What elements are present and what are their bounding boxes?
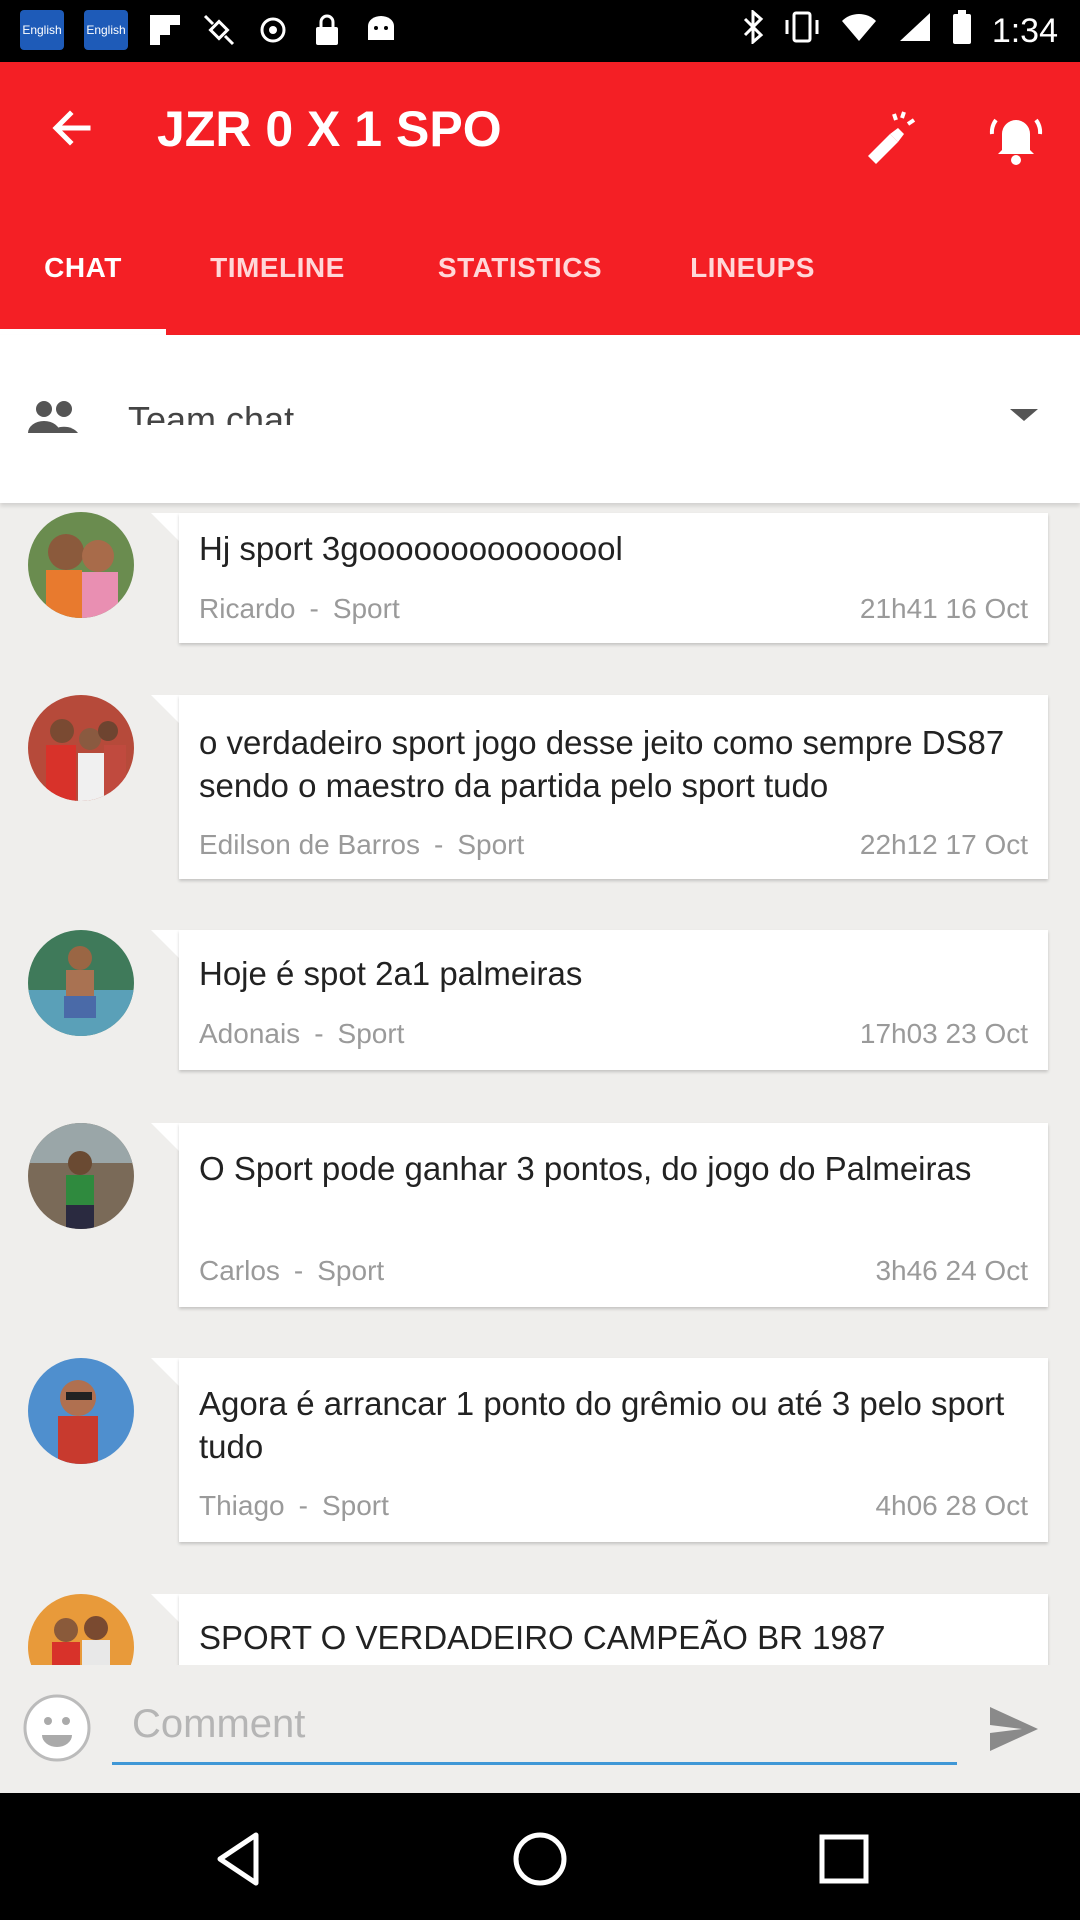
message-team: Sport (321, 1490, 389, 1521)
vibrate-icon (784, 10, 820, 53)
bubble-tail (151, 513, 179, 541)
keyboard-language-icon: English (20, 10, 64, 50)
tab-statistics[interactable]: STATISTICS (420, 252, 620, 335)
message-text: O Sport pode ganhar 3 pontos, do jogo do… (199, 1150, 972, 1187)
nav-home-icon[interactable] (510, 1829, 570, 1889)
comment-input[interactable] (112, 1687, 957, 1765)
message-bubble[interactable]: O Sport pode ganhar 3 pontos, do jogo do… (179, 1123, 1048, 1307)
clock: 1:34 (991, 12, 1058, 50)
bubble-tail (151, 695, 179, 723)
message-text: SPORT O VERDADEIRO CAMPEÃO BR 1987 (199, 1619, 886, 1656)
message-time: 3h46 24 Oct (875, 1255, 1028, 1286)
message-text: Hoje é spot 2a1 palmeiras (199, 955, 583, 992)
comment-composer (0, 1665, 1080, 1793)
bubble-tail (151, 1594, 179, 1622)
bluetooth-icon (742, 8, 764, 53)
message-team: Sport (337, 1018, 405, 1049)
avatar[interactable] (28, 1123, 134, 1229)
tab-chat[interactable]: CHAT (0, 252, 166, 335)
message-team: Sport (332, 593, 400, 624)
message-bubble[interactable]: Agora é arrancar 1 ponto do grêmio ou at… (179, 1358, 1048, 1542)
message-meta: Carlos - Sport 3h46 24 Oct (199, 1255, 1028, 1286)
bubble-tail (151, 1358, 179, 1386)
tab-timeline[interactable]: TIMELINE (200, 252, 355, 335)
match-title: JZR 0 X 1 SPO (157, 101, 502, 157)
avatar[interactable] (28, 695, 134, 801)
message-team: Sport (457, 829, 525, 860)
message-time: 22h12 17 Oct (859, 829, 1028, 860)
message-bubble[interactable]: SPORT O VERDADEIRO CAMPEÃO BR 1987 (179, 1594, 1048, 1665)
room-label: Team chat (128, 399, 295, 425)
message-time: 21h41 16 Oct (859, 593, 1028, 624)
app-bar: JZR 0 X 1 SPO CHAT TIMELINE STATISTICS L… (0, 62, 1080, 335)
avatar[interactable] (28, 1358, 134, 1464)
message-author: Thiago (199, 1490, 285, 1521)
avatar[interactable] (28, 512, 134, 618)
back-arrow-icon[interactable] (48, 104, 96, 152)
message-text: Agora é arrancar 1 ponto do grêmio ou at… (199, 1385, 1005, 1465)
keyboard-language-icon: English (84, 10, 128, 50)
status-bar: English English 1:34 (0, 0, 1080, 62)
message-text: Hj sport 3gooooooooooooool (199, 530, 623, 567)
message-text: o verdadeiro sport jogo desse jeito como… (199, 724, 1005, 804)
message-author: Carlos (199, 1255, 280, 1286)
dropdown-caret-icon[interactable] (1010, 409, 1038, 421)
message-bubble[interactable]: Hoje é spot 2a1 palmeiras Adonais - Sport … (179, 930, 1048, 1070)
bubble-tail (151, 1123, 179, 1151)
message-bubble[interactable]: o verdadeiro sport jogo desse jeito como… (179, 695, 1048, 879)
bubble-tail (151, 930, 179, 958)
sync-icon (256, 13, 290, 47)
message-meta: Adonais - Sport 17h03 23 Oct (199, 1018, 1028, 1049)
message-bubble[interactable]: Hj sport 3gooooooooooooool Ricardo - Sport… (179, 513, 1048, 643)
message-meta: Thiago - Sport 4h06 28 Oct (199, 1490, 1028, 1521)
battery-icon (952, 10, 972, 53)
tab-bar: CHAT TIMELINE STATISTICS LINEUPS (0, 252, 1080, 335)
message-author: Adonais (199, 1018, 301, 1049)
avatar[interactable] (28, 930, 134, 1036)
flipboard-icon (148, 13, 182, 47)
message-time: 17h03 23 Oct (859, 1018, 1028, 1049)
satellite-icon (202, 13, 236, 47)
lock-icon (310, 13, 344, 47)
wifi-icon (840, 11, 878, 52)
message-author: Ricardo (199, 593, 296, 624)
group-icon (28, 397, 78, 437)
message-list[interactable]: Hj sport 3gooooooooooooool Ricardo - Sport… (0, 503, 1080, 1665)
message-time: 4h06 28 Oct (875, 1490, 1028, 1521)
android-icon (364, 13, 398, 47)
nav-back-icon[interactable] (208, 1829, 268, 1889)
send-icon[interactable] (988, 1705, 1040, 1753)
emoji-icon[interactable] (22, 1693, 92, 1763)
avatar[interactable] (28, 1594, 134, 1665)
cheer-icon[interactable] (860, 110, 916, 166)
tab-lineups[interactable]: LINEUPS (680, 252, 825, 335)
message-meta: Ricardo - Sport 21h41 16 Oct (199, 593, 1028, 624)
nav-recents-icon[interactable] (814, 1829, 874, 1889)
navigation-bar (0, 1793, 1080, 1920)
signal-icon (898, 11, 932, 52)
message-author: Edilson de Barros (199, 829, 421, 860)
message-meta: Edilson de Barros - Sport 22h12 17 Oct (199, 829, 1028, 861)
notification-bell-icon[interactable] (988, 110, 1044, 166)
chat-room-selector[interactable]: Team chat (0, 335, 1080, 503)
message-team: Sport (317, 1255, 385, 1286)
